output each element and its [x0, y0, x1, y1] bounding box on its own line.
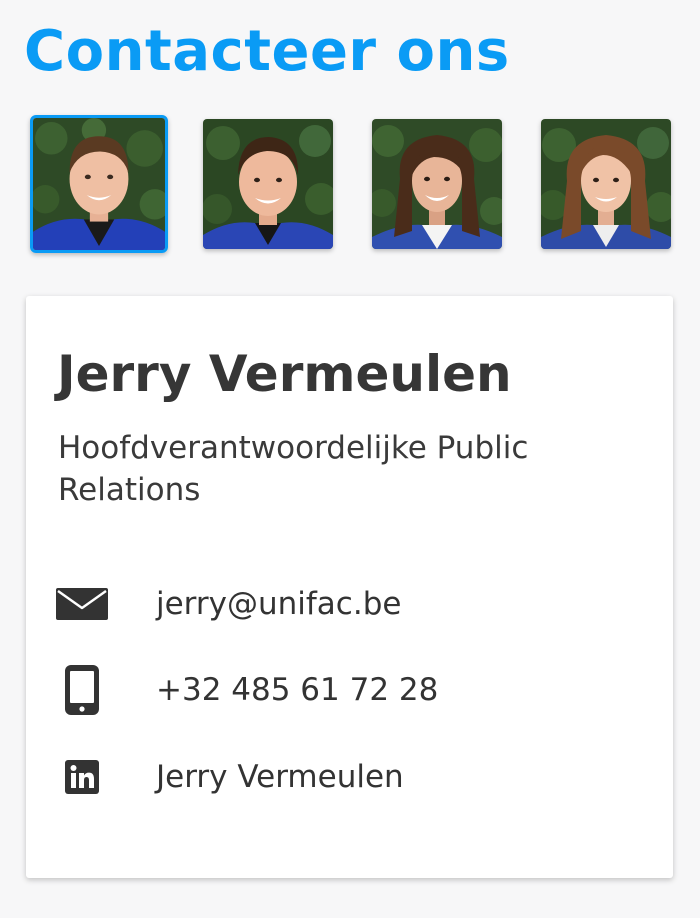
- contact-linkedin[interactable]: Jerry Vermeulen: [156, 759, 404, 795]
- contact-name: Jerry Vermeulen: [57, 345, 512, 403]
- contact-linkedin-row[interactable]: Jerry Vermeulen: [54, 752, 404, 802]
- team-member-avatar-3[interactable]: [372, 119, 502, 249]
- page-title: Contacteer ons: [24, 19, 510, 84]
- envelope-icon: [54, 588, 110, 620]
- team-member-photo-3: [372, 119, 502, 249]
- team-member-photo-4: [541, 119, 671, 249]
- team-member-avatar-1[interactable]: [30, 115, 168, 253]
- linkedin-icon: [54, 760, 110, 794]
- team-member-avatar-4[interactable]: [541, 119, 671, 249]
- contact-phone[interactable]: +32 485 61 72 28: [156, 672, 438, 708]
- contact-card: Jerry Vermeulen Hoofdverantwoordelijke P…: [26, 296, 673, 878]
- contact-role: Hoofdverantwoordelijke Public Relations: [58, 430, 529, 508]
- team-member-avatar-2[interactable]: [203, 119, 333, 249]
- contact-email[interactable]: jerry@unifac.be: [156, 586, 401, 622]
- team-selector: [30, 115, 672, 255]
- contact-email-row[interactable]: jerry@unifac.be: [54, 579, 401, 629]
- team-member-photo-2: [203, 119, 333, 249]
- contact-phone-row[interactable]: +32 485 61 72 28: [54, 665, 438, 715]
- mobile-phone-icon: [54, 665, 110, 715]
- team-member-photo-1: [33, 118, 165, 250]
